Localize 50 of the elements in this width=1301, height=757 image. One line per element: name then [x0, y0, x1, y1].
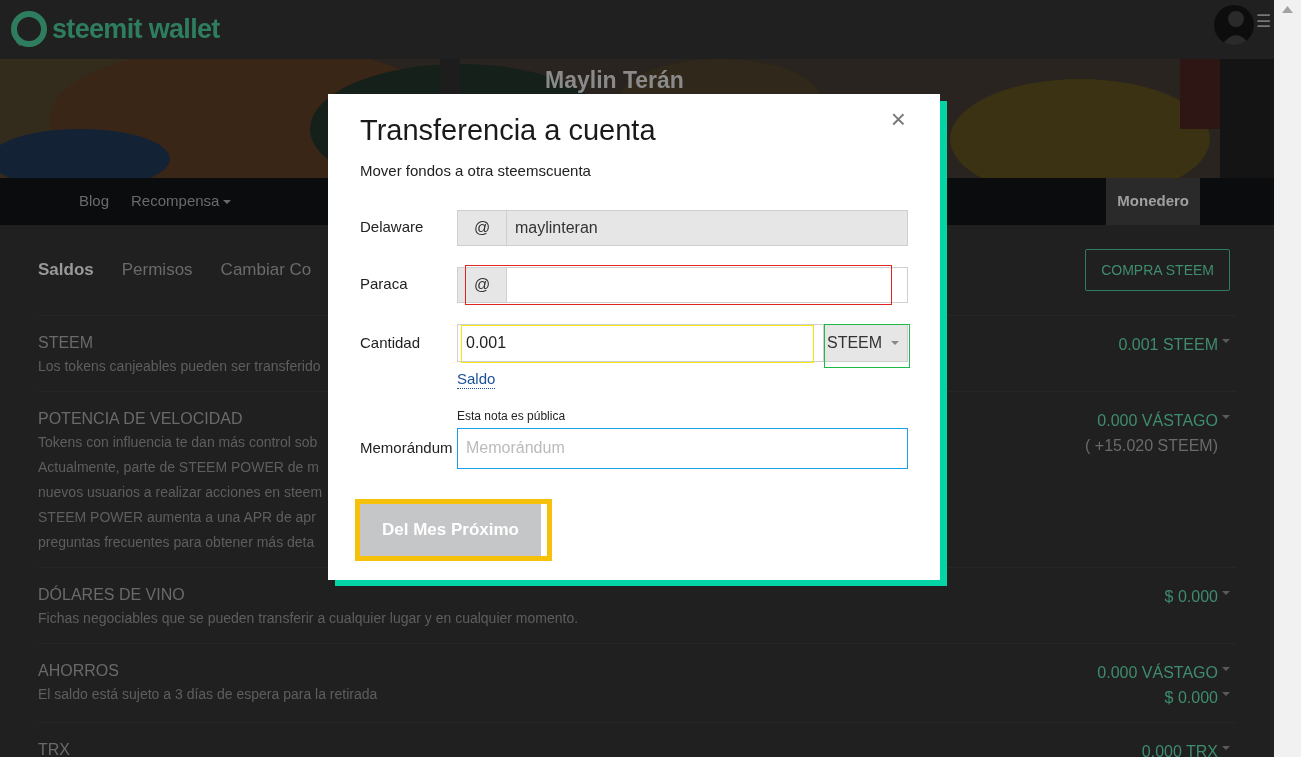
balance-description: Fichas negociables que se pueden transferir a cualquier lugar y en cualquier momento.	[38, 609, 579, 628]
logo-text[interactable]: steemit wallet	[52, 9, 220, 50]
at-prefix: @	[457, 266, 507, 303]
profile-name: Maylin Terán	[545, 67, 684, 93]
field-label: Cantidad	[360, 332, 422, 353]
balance-amount[interactable]: 0.000 VÁSTAGO	[1097, 408, 1218, 433]
public-note: Esta nota es pública	[457, 407, 566, 425]
balance-title: DÓLARES DE VINO	[38, 584, 186, 605]
balance-amount[interactable]: $ 0.000	[1164, 685, 1218, 710]
balance-description: preguntas frecuentes para obtener más deta	[38, 533, 316, 552]
balance-amount[interactable]: 0.000 VÁSTAGO	[1097, 660, 1218, 685]
caret-icon	[891, 340, 899, 345]
unit-dropdown[interactable]: STEEM	[824, 323, 908, 362]
at-prefix: @	[457, 209, 507, 246]
balance-title: AHORROS	[38, 661, 120, 681]
nav-tab[interactable]: Monedero	[1106, 178, 1200, 225]
balance-description: Los tokens canjeables pueden ser transferido	[38, 357, 321, 376]
amount-field[interactable]: 0.001	[457, 323, 824, 362]
balance-description: STEEM POWER aumenta a una APR de apr	[38, 508, 317, 527]
logo-icon	[10, 9, 50, 50]
balance-amount[interactable]: 0.000 TRX	[1141, 739, 1218, 757]
sub-tab[interactable]: Cambiar Co	[220, 257, 312, 283]
balance-amount: ( +15.020 STEEM)	[1085, 436, 1218, 456]
sub-tab[interactable]: Saldos	[38, 257, 94, 283]
nav-tab[interactable]: Recompensa	[120, 178, 243, 225]
balance-description: El saldo está sujeto a 3 días de espera para la retirada	[38, 685, 378, 704]
avatar[interactable]	[1214, 5, 1254, 45]
buy-button[interactable]: COMPRA STEEM	[1085, 249, 1230, 291]
field-label: Memorándum	[360, 437, 454, 458]
dialog-title: Transferencia a cuenta	[360, 113, 656, 148]
balance-amount[interactable]: $ 0.000	[1164, 584, 1218, 609]
balance-title: STEEM	[38, 333, 95, 353]
close-button[interactable]: ×	[890, 106, 906, 132]
balance-title: TRX	[38, 740, 70, 757]
balance-amount[interactable]: 0.001 STEEM	[1118, 332, 1218, 357]
dialog-subtitle: Mover fondos a otra steemscuenta	[360, 161, 592, 181]
balance-title: POTENCIA DE VELOCIDAD	[38, 409, 244, 429]
scrollbar[interactable]	[1274, 0, 1301, 757]
account-field[interactable]	[507, 266, 908, 303]
scroll-up-icon[interactable]	[1282, 6, 1293, 13]
balance-link[interactable]: Saldo	[457, 369, 496, 389]
field-label: Paraca	[360, 274, 409, 295]
balance-description: nuevos usuarios a realizar acciones en steem	[38, 483, 323, 502]
field-label: Delaware	[360, 217, 425, 238]
memo-field[interactable]: Memorándum	[457, 427, 908, 469]
balance-description: Tokens con influencia te dan más control sob	[38, 433, 319, 452]
menu-icon[interactable]: ☰	[1256, 13, 1271, 30]
nav-tab[interactable]: Blog	[68, 178, 121, 225]
balance-description: Actualmente, parte de STEEM POWER de m	[38, 458, 320, 477]
sub-tab[interactable]: Permisos	[121, 257, 193, 283]
